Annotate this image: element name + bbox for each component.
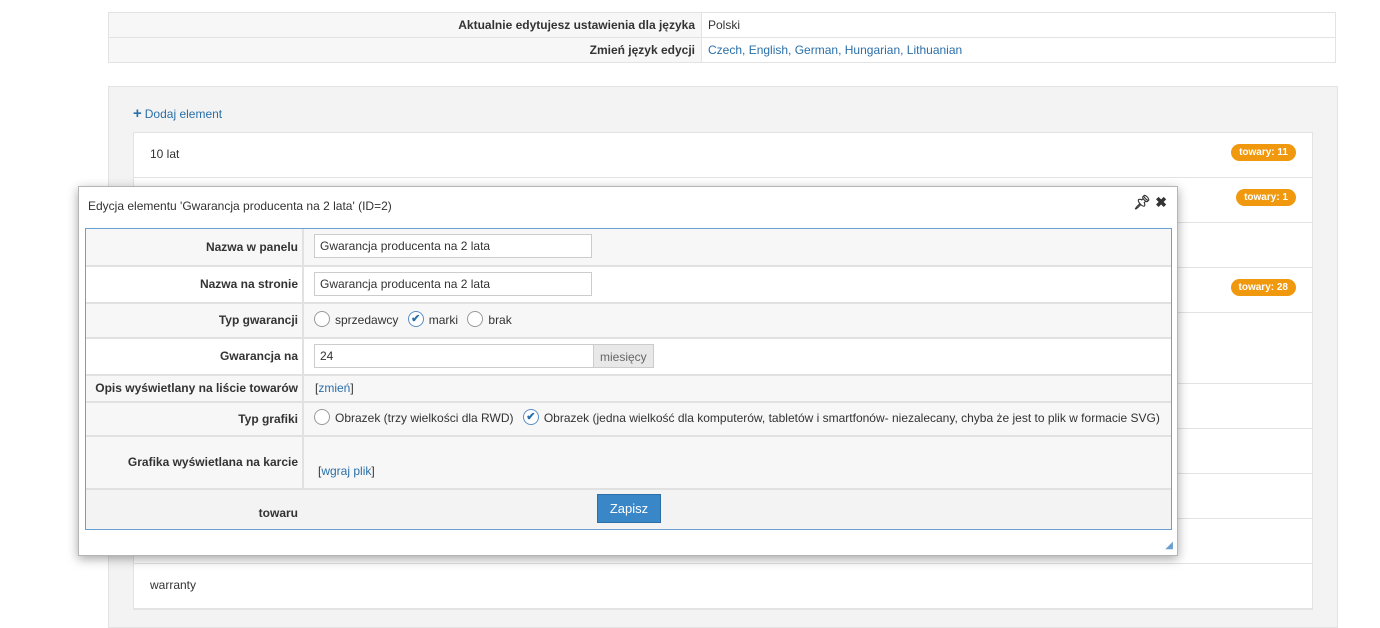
radio-none-label: brak [488, 313, 512, 327]
page-name-input[interactable] [314, 272, 592, 296]
language-link-lithuanian[interactable]: Lithuanian [907, 43, 962, 57]
form-row-warranty-type: Typ gwarancji sprzedawcy ✔ marki brak [86, 304, 1171, 339]
form-row-graphic-card: Grafika wyświetlana na karcie towaru [wg… [86, 437, 1171, 520]
form-row-page-name: Nazwa na stronie [86, 267, 1171, 304]
current-language-value: Polski [701, 12, 1336, 38]
language-link-english[interactable]: English [749, 43, 788, 57]
list-item-text: warranty [150, 578, 197, 592]
change-description-link[interactable]: zmień [318, 381, 350, 395]
pin-icon[interactable]: 📌︎ [1133, 194, 1151, 210]
form-row-graphic-type: Typ grafiki Obrazek (trzy wielkości dla … [86, 403, 1171, 437]
list-item-text: 10 lat [150, 147, 180, 161]
radio-brand-label: marki [428, 313, 459, 327]
edit-form: Nazwa w panelu Nazwa na stronie Typ gwar… [85, 228, 1172, 530]
language-links: Czech, English, German, Hungarian, Lithu… [701, 37, 1336, 63]
radio-seller-label: sprzedawcy [335, 313, 399, 327]
warranty-length-label: Gwarancja na [86, 339, 304, 374]
form-row-panel-name: Nazwa w panelu [86, 229, 1171, 267]
current-language-label: Aktualnie edytujesz ustawienia dla język… [108, 12, 702, 38]
dialog-tools: 📌︎ ✖ [1129, 194, 1167, 211]
language-link-czech[interactable]: Czech [708, 43, 742, 57]
graphic-type-label: Typ grafiki [86, 403, 304, 435]
language-table: Aktualnie edytujesz ustawienia dla język… [108, 12, 1336, 63]
plus-icon: + [133, 105, 142, 122]
radio-none[interactable] [467, 311, 484, 327]
radio-graphic-rwd-label: Obrazek (trzy wielkości dla RWD) [335, 411, 514, 425]
form-row-description: Opis wyświetlany na liście towarów [zmie… [86, 376, 1171, 403]
save-button[interactable]: Zapisz [597, 494, 661, 523]
radio-graphic-single[interactable]: ✔ [522, 409, 539, 425]
resize-handle-icon[interactable]: ◢ [1165, 540, 1173, 551]
add-element-link[interactable]: + Dodaj element [133, 105, 222, 122]
edit-element-dialog: Edycja elementu 'Gwarancja producenta na… [78, 186, 1178, 556]
change-language-label: Zmień język edycji [108, 37, 702, 63]
list-item[interactable]: 10 lat towary: 11 [134, 133, 1312, 178]
radio-seller[interactable] [314, 311, 330, 327]
panel-name-label: Nazwa w panelu [86, 229, 304, 265]
warranty-type-label: Typ gwarancji [86, 304, 304, 337]
language-link-hungarian[interactable]: Hungarian [845, 43, 900, 57]
products-count-badge: towary: 1 [1236, 189, 1296, 206]
products-count-badge: towary: 28 [1230, 279, 1296, 296]
months-addon: miesięcy [594, 344, 654, 368]
add-element-label: Dodaj element [144, 107, 223, 121]
language-link-german[interactable]: German [795, 43, 838, 57]
dialog-title: Edycja elementu 'Gwarancja producenta na… [88, 199, 392, 213]
close-icon[interactable]: ✖ [1155, 194, 1167, 210]
panel-name-input[interactable] [314, 234, 592, 258]
list-item[interactable]: warranty [134, 564, 1312, 609]
form-row-warranty-length: Gwarancja na miesięcy [86, 339, 1171, 376]
description-label: Opis wyświetlany na liście towarów [86, 376, 304, 401]
page-name-label: Nazwa na stronie [86, 267, 304, 302]
upload-file-link[interactable]: wgraj plik [321, 464, 371, 478]
warranty-months-input[interactable] [314, 344, 594, 368]
graphic-card-label: Grafika wyświetlana na karcie towaru [86, 437, 304, 520]
radio-graphic-single-label: Obrazek (jedna wielkość dla komputerów, … [543, 411, 1160, 425]
radio-brand[interactable]: ✔ [407, 311, 424, 327]
radio-graphic-rwd[interactable] [314, 409, 330, 425]
products-count-badge: towary: 11 [1231, 144, 1296, 161]
